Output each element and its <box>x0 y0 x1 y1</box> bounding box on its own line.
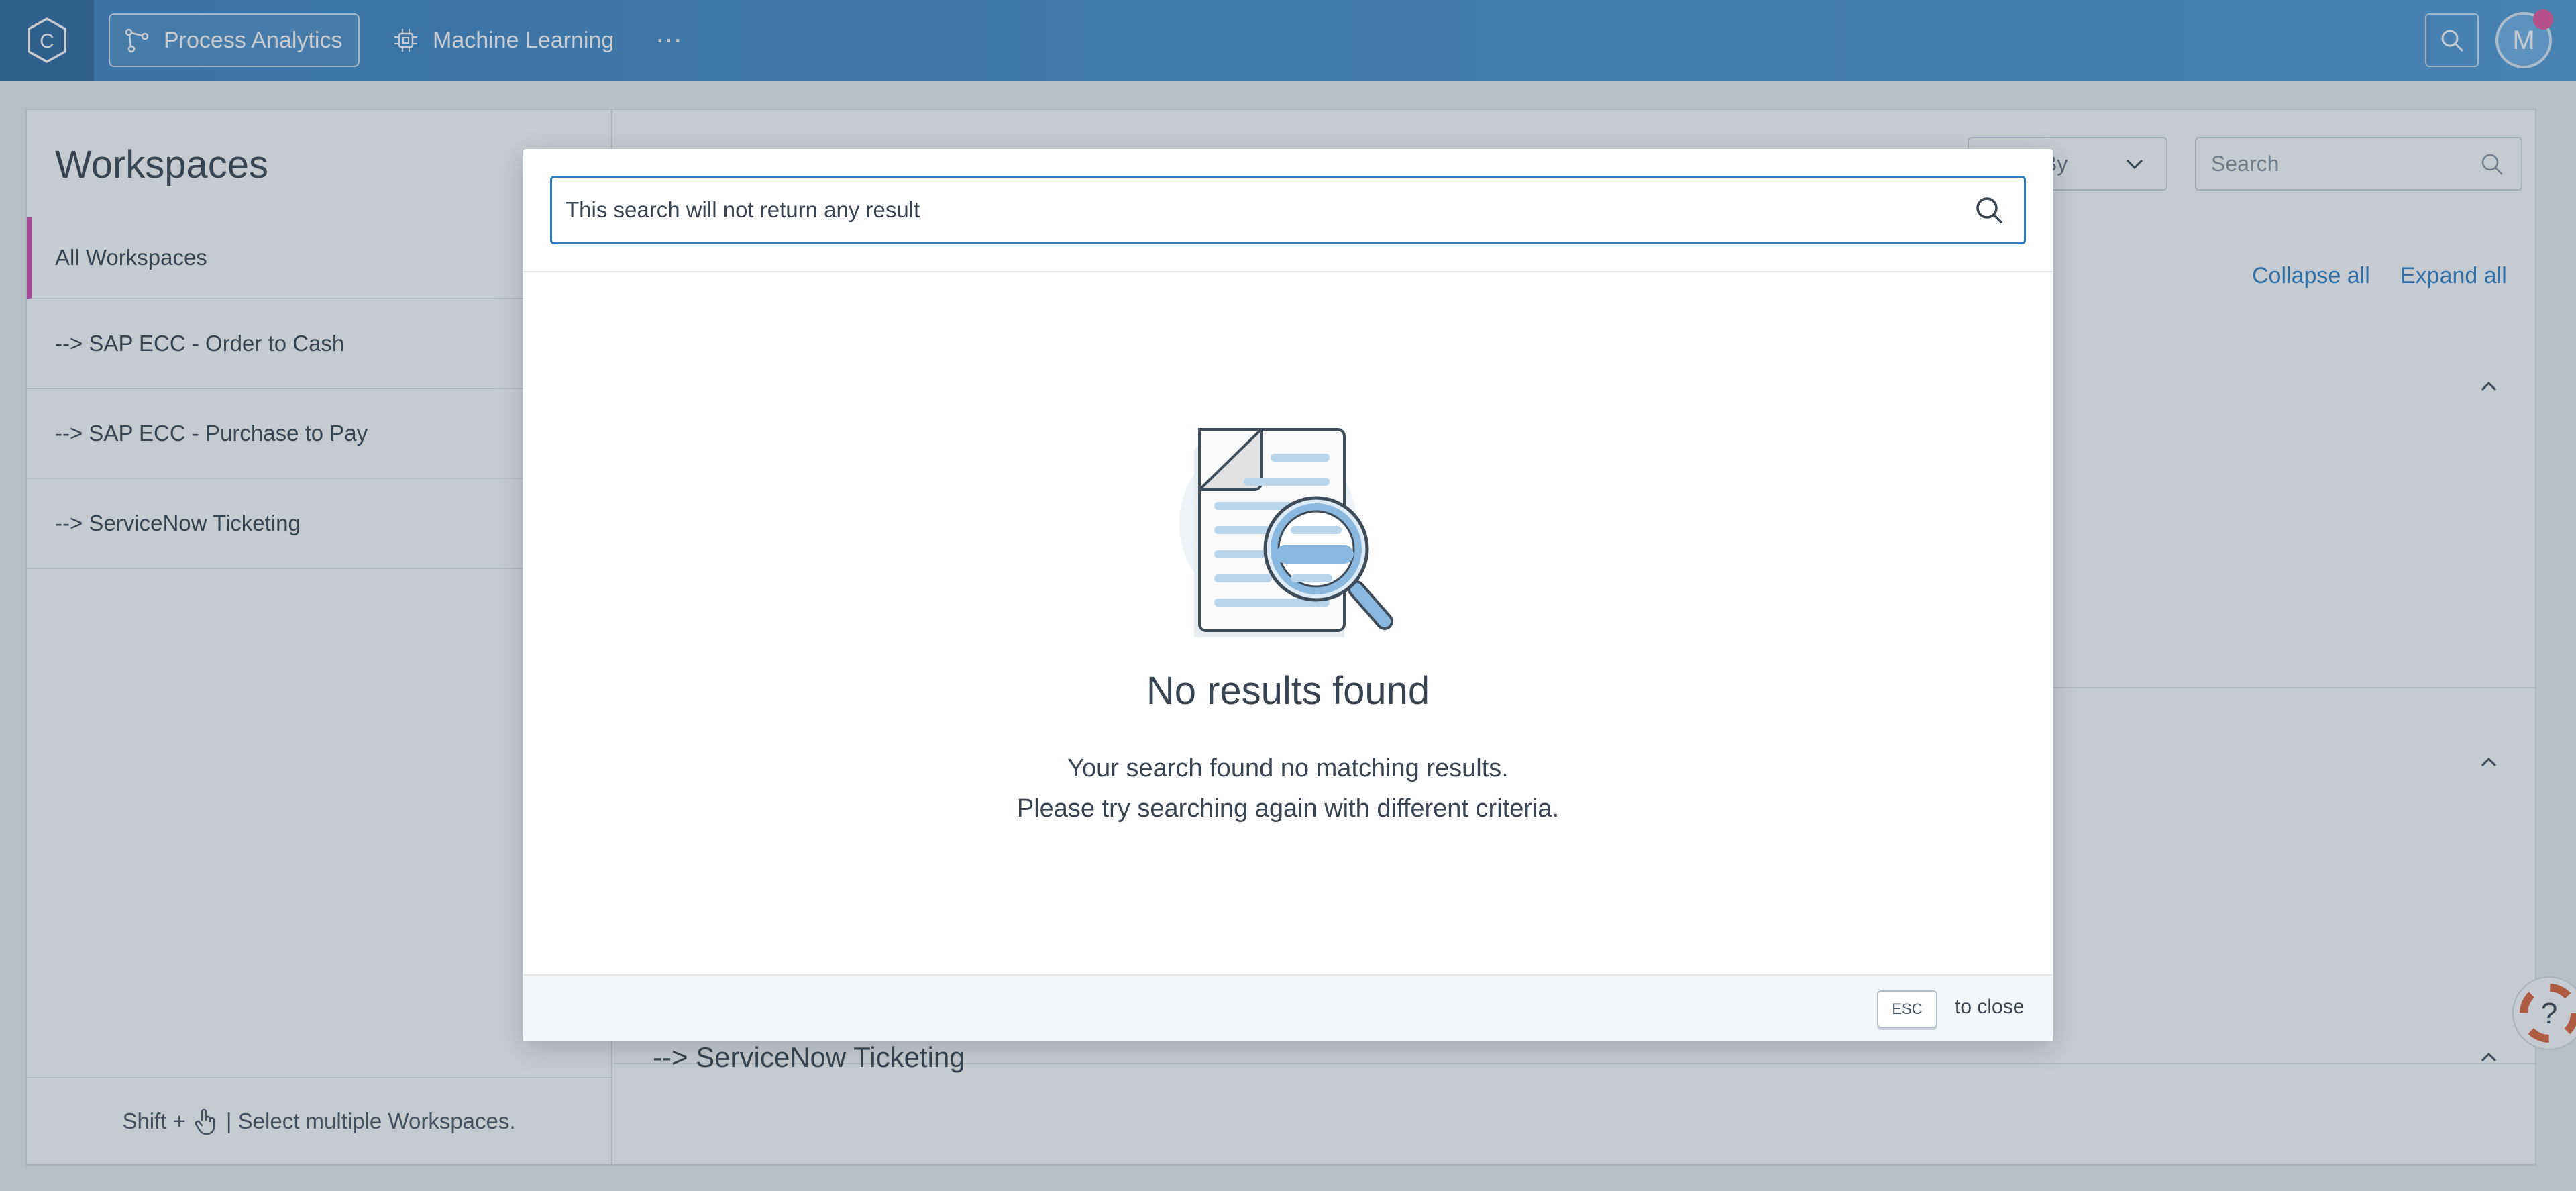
dialog-search-input[interactable] <box>550 176 2026 244</box>
search-dialog-footer: ESC to close <box>523 974 2053 1041</box>
no-results-illustration-icon <box>1179 428 1393 637</box>
empty-state-message-line1: Your search found no matching results. <box>1067 754 1509 782</box>
close-hint-text: to close <box>1955 996 2025 1018</box>
empty-state-message-line2: Please try searching again with differen… <box>1016 794 1560 823</box>
empty-state-title: No results found <box>1146 669 1430 713</box>
search-dialog-header <box>523 149 2053 272</box>
esc-key-hint[interactable]: ESC <box>1877 990 1937 1028</box>
search-icon[interactable] <box>1971 192 2007 228</box>
